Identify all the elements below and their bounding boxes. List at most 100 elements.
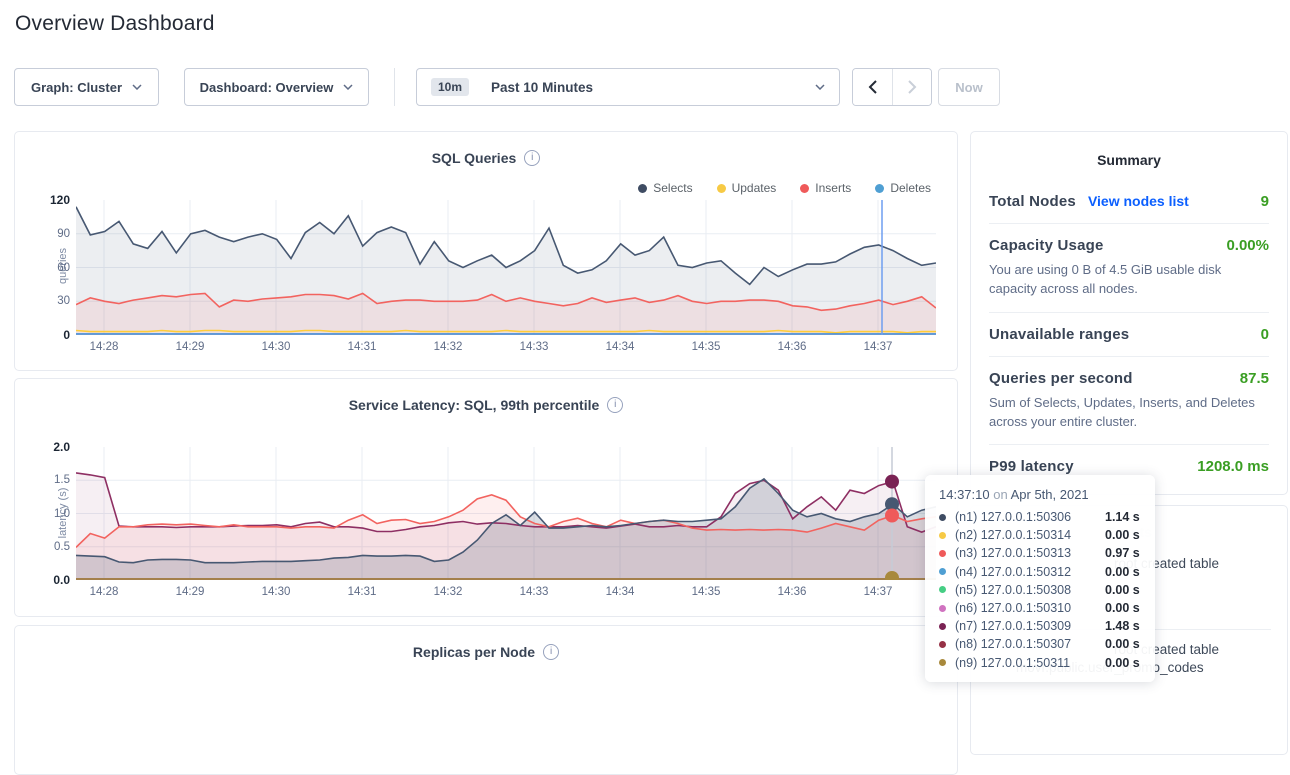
summary-label: Queries per second	[989, 370, 1133, 387]
node-color-dot	[939, 550, 946, 557]
node-color-dot	[939, 659, 946, 666]
tooltip-timestamp: 14:37:10 on Apr 5th, 2021	[939, 487, 1141, 502]
node-color-dot	[939, 586, 946, 593]
x-tick-label: 14:35	[692, 586, 721, 598]
summary-value: 87.5	[1240, 370, 1269, 387]
summary-row-head: Total NodesView nodes list9	[989, 193, 1269, 210]
tooltip-node-label: (n5) 127.0.0.1:50308	[955, 583, 1105, 597]
info-icon[interactable]	[524, 150, 540, 166]
x-tick-label: 14:32	[434, 586, 463, 598]
sql-queries-legend: Selects Updates Inserts Deletes	[638, 181, 931, 195]
x-tick-label: 14:34	[606, 341, 635, 353]
x-tick-label: 14:30	[262, 341, 291, 353]
toolbar-divider	[394, 68, 395, 106]
info-icon[interactable]	[607, 397, 623, 413]
tooltip-node-label: (n3) 127.0.0.1:50313	[955, 546, 1105, 560]
summary-description: You are using 0 B of 4.5 GiB usable disk…	[989, 261, 1269, 299]
summary-row: Total NodesView nodes list9	[989, 180, 1269, 224]
summary-panel: Summary Total NodesView nodes list9Capac…	[970, 131, 1288, 495]
legend-item-inserts[interactable]: Inserts	[800, 181, 851, 195]
y-axis-ticks: 0.00.51.01.52.0	[15, 447, 70, 580]
summary-label: Unavailable ranges	[989, 326, 1129, 343]
legend-item-updates[interactable]: Updates	[717, 181, 777, 195]
dashboard-dropdown[interactable]: Dashboard: Overview	[184, 68, 369, 106]
x-tick-label: 14:31	[348, 586, 377, 598]
legend-label: Deletes	[890, 181, 931, 195]
summary-value: 0	[1261, 326, 1269, 343]
x-tick-label: 14:36	[778, 586, 807, 598]
legend-item-selects[interactable]: Selects	[638, 181, 692, 195]
chevron-down-icon	[132, 84, 142, 90]
node-color-dot	[939, 641, 946, 648]
service-latency-plot[interactable]	[76, 447, 936, 580]
summary-row-head: Capacity Usage0.00%	[989, 237, 1269, 254]
summary-label: Capacity Usage	[989, 237, 1104, 254]
tooltip-row: (n6) 127.0.0.1:503100.00 s	[939, 599, 1141, 617]
y-axis-ticks: 0306090120	[15, 200, 70, 335]
tooltip-node-value: 0.00 s	[1105, 565, 1140, 579]
chevron-right-icon	[908, 80, 917, 94]
view-nodes-link[interactable]: View nodes list	[1088, 193, 1189, 209]
hover-dot	[885, 508, 899, 522]
tooltip-rows: (n1) 127.0.0.1:503061.14 s (n2) 127.0.0.1…	[939, 508, 1141, 672]
node-color-dot	[939, 532, 946, 539]
tooltip-row: (n4) 127.0.0.1:503120.00 s	[939, 563, 1141, 581]
page-title: Overview Dashboard	[15, 12, 215, 36]
sql-queries-plot[interactable]	[76, 200, 936, 335]
y-tick-label: 120	[50, 193, 70, 207]
time-back-button[interactable]	[853, 69, 892, 105]
time-nav-group	[852, 68, 932, 106]
time-forward-button[interactable]	[892, 69, 931, 105]
hover-dot	[885, 475, 899, 489]
tooltip-node-value: 0.97 s	[1105, 546, 1140, 560]
tooltip-node-label: (n9) 127.0.0.1:50311	[955, 656, 1105, 670]
summary-value: 1208.0 ms	[1197, 458, 1269, 475]
chevron-left-icon	[868, 80, 877, 94]
tooltip-node-label: (n8) 127.0.0.1:50307	[955, 637, 1105, 651]
y-tick-label: 60	[57, 262, 70, 274]
x-axis-ticks: 14:2814:2914:3014:3114:3214:3314:3414:35…	[76, 586, 936, 600]
tooltip-on: on	[993, 487, 1007, 502]
node-color-dot	[939, 568, 946, 575]
legend-dot	[875, 184, 884, 193]
chart-title: Replicas per Node	[413, 644, 535, 660]
time-range-dropdown[interactable]: 10m Past 10 Minutes	[416, 68, 840, 106]
tooltip-row: (n7) 127.0.0.1:503091.48 s	[939, 617, 1141, 635]
chevron-down-icon	[343, 84, 353, 90]
y-tick-label: 0	[63, 328, 70, 342]
tooltip-row: (n1) 127.0.0.1:503061.14 s	[939, 508, 1141, 526]
x-tick-label: 14:33	[520, 341, 549, 353]
summary-value: 9	[1261, 193, 1269, 210]
sql-queries-title-row: SQL Queries	[15, 150, 957, 166]
legend-label: Selects	[653, 181, 692, 195]
tooltip-node-value: 1.48 s	[1105, 619, 1140, 633]
tooltip-node-value: 1.14 s	[1105, 510, 1140, 524]
y-tick-label: 0.0	[53, 573, 70, 587]
y-tick-label: 2.0	[53, 440, 70, 454]
node-color-dot	[939, 605, 946, 612]
x-tick-label: 14:35	[692, 341, 721, 353]
x-tick-label: 14:29	[176, 586, 205, 598]
legend-item-deletes[interactable]: Deletes	[875, 181, 931, 195]
tooltip-time: 14:37:10	[939, 487, 990, 502]
x-axis-ticks: 14:2814:2914:3014:3114:3214:3314:3414:35…	[76, 341, 936, 355]
summary-description: Sum of Selects, Updates, Inserts, and De…	[989, 394, 1269, 432]
summary-row-head: P99 latency1208.0 ms	[989, 458, 1269, 475]
service-latency-panel: Service Latency: SQL, 99th percentile la…	[14, 378, 958, 617]
tooltip-node-value: 0.00 s	[1105, 583, 1140, 597]
x-tick-label: 14:30	[262, 586, 291, 598]
tooltip-node-value: 0.00 s	[1105, 637, 1140, 651]
x-tick-label: 14:32	[434, 341, 463, 353]
tooltip-node-label: (n2) 127.0.0.1:50314	[955, 528, 1105, 542]
y-tick-label: 30	[57, 295, 70, 307]
now-button[interactable]: Now	[938, 68, 1000, 106]
x-tick-label: 14:28	[90, 341, 119, 353]
summary-rows: Total NodesView nodes list9Capacity Usag…	[989, 180, 1269, 488]
legend-dot	[717, 184, 726, 193]
node-color-dot	[939, 514, 946, 521]
info-icon[interactable]	[543, 644, 559, 660]
legend-label: Inserts	[815, 181, 851, 195]
graph-dropdown[interactable]: Graph: Cluster	[14, 68, 159, 106]
legend-dot	[800, 184, 809, 193]
tooltip-row: (n8) 127.0.0.1:503070.00 s	[939, 635, 1141, 653]
